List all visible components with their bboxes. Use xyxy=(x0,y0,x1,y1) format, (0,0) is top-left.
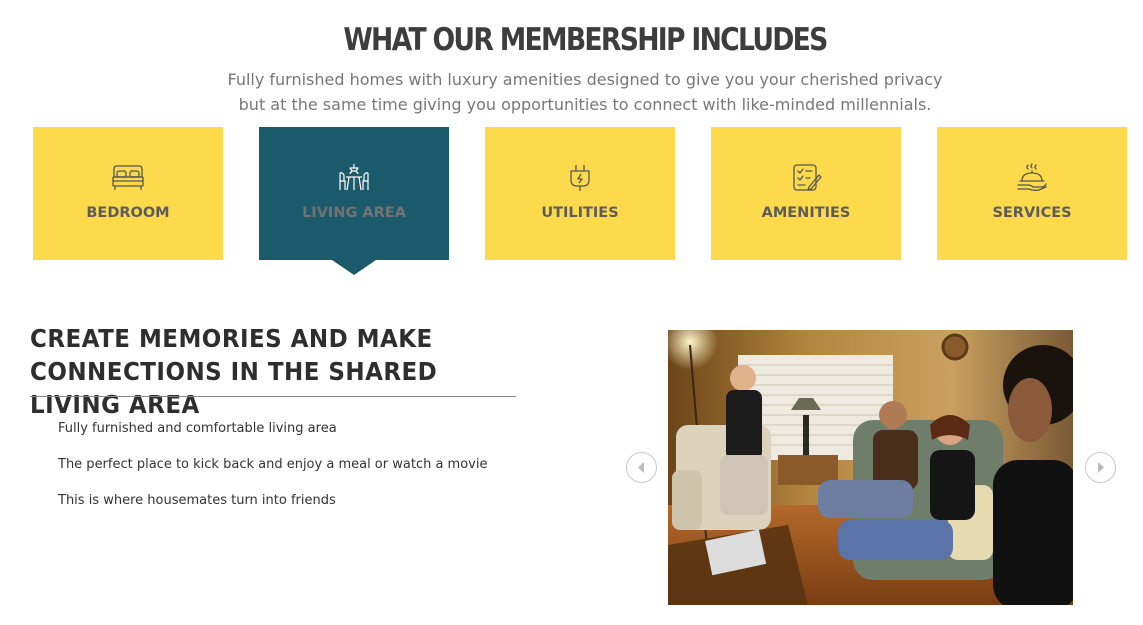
section-title-line-1: CREATE MEMORIES AND MAKE xyxy=(30,324,433,353)
tab-label: BEDROOM xyxy=(86,205,170,221)
tab-amenities[interactable]: AMENITIES xyxy=(711,127,901,260)
tab-label: LIVING AREA xyxy=(302,205,406,221)
list-item: The perfect place to kick back and enjoy… xyxy=(58,457,488,472)
page-subtitle: Fully furnished homes with luxury amenit… xyxy=(0,67,1143,117)
membership-tabs: BEDROOM LIVING AREA UTILITIES AMENITIES … xyxy=(33,127,1127,277)
tab-bedroom[interactable]: BEDROOM xyxy=(33,127,223,260)
tab-services[interactable]: SERVICES xyxy=(937,127,1127,260)
section-title-line-2: CONNECTIONS IN THE SHARED LIVING AREA xyxy=(30,357,438,419)
section-title: CREATE MEMORIES AND MAKE CONNECTIONS IN … xyxy=(30,322,490,421)
chevron-right-icon xyxy=(1086,453,1115,482)
subtitle-line-2: but at the same time giving you opportun… xyxy=(238,95,932,114)
carousel-next-button[interactable] xyxy=(1085,452,1116,483)
tab-utilities[interactable]: UTILITIES xyxy=(485,127,675,260)
subtitle-line-1: Fully furnished homes with luxury amenit… xyxy=(227,70,943,89)
page-title: WHAT OUR MEMBERSHIP INCLUDES xyxy=(343,22,828,58)
serving-cloche-icon xyxy=(1015,163,1049,193)
bed-icon xyxy=(111,163,145,193)
active-tab-pointer xyxy=(332,260,376,275)
chevron-left-icon xyxy=(627,453,656,482)
tab-label: SERVICES xyxy=(992,205,1072,221)
title-divider xyxy=(30,396,516,397)
dining-table-icon xyxy=(337,163,371,193)
living-area-photo xyxy=(668,330,1073,605)
tab-living-area[interactable]: LIVING AREA xyxy=(259,127,449,275)
power-plug-icon xyxy=(563,163,597,193)
tab-label: AMENITIES xyxy=(761,205,851,221)
carousel-prev-button[interactable] xyxy=(626,452,657,483)
feature-list: Fully furnished and comfortable living a… xyxy=(58,420,487,528)
list-item: Fully furnished and comfortable living a… xyxy=(58,421,337,436)
list-item: This is where housemates turn into frien… xyxy=(58,493,336,508)
tab-label: UTILITIES xyxy=(541,205,619,221)
checklist-icon xyxy=(789,163,823,193)
